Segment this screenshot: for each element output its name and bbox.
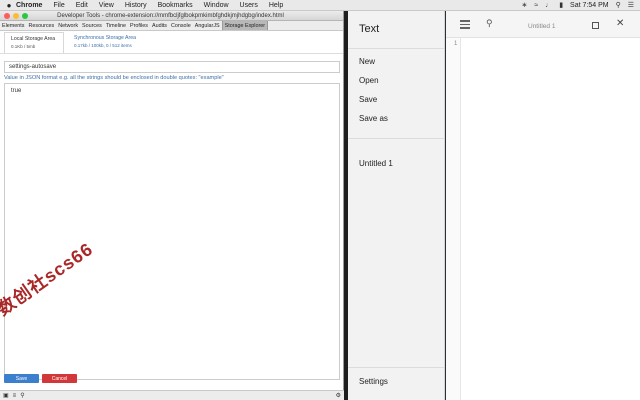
tab-elements[interactable]: Elements xyxy=(0,21,26,30)
tab-audits[interactable]: Audits xyxy=(150,21,169,30)
menu-users[interactable]: Users xyxy=(240,2,258,9)
menu-help[interactable]: Help xyxy=(269,2,283,9)
open-file-untitled-1[interactable]: Untitled 1 xyxy=(359,159,393,168)
devtools-tabbar: Elements Resources Network Sources Timel… xyxy=(0,21,343,31)
menu-bookmarks[interactable]: Bookmarks xyxy=(158,2,193,9)
devtools-window: Developer Tools - chrome-extension://mmf… xyxy=(0,11,344,400)
tab-angularjs[interactable]: AngularJS xyxy=(193,21,222,30)
storage-key-input[interactable]: settings-autosave xyxy=(4,61,340,73)
menu-file[interactable]: File xyxy=(53,2,64,9)
wifi-icon[interactable]: ≈ xyxy=(534,2,538,9)
tab-sync-storage-usage: 0.17kb / 100kb, 0 / 512 items xyxy=(74,43,132,48)
line-number: 1 xyxy=(454,41,458,47)
tab-sync-storage-label: Synchronous Storage Area xyxy=(74,35,137,41)
tab-local-storage-label: Local Storage Area xyxy=(11,36,56,42)
tab-timeline[interactable]: Timeline xyxy=(104,21,128,30)
dock-icon[interactable]: ▣ xyxy=(3,392,9,399)
window-controls xyxy=(4,12,28,19)
console-drawer-icon[interactable]: ≡ xyxy=(13,393,17,399)
sidebar-divider xyxy=(348,48,445,49)
minimize-window-button[interactable] xyxy=(13,12,19,19)
tab-profiles[interactable]: Profiles xyxy=(128,21,150,30)
tab-local-storage-usage: 0.1Kb / 5mb xyxy=(11,44,36,49)
tab-resources[interactable]: Resources xyxy=(26,21,56,30)
tab-console[interactable]: Console xyxy=(169,21,193,30)
tab-storage-explorer[interactable]: Storage Explorer xyxy=(221,21,269,30)
devtools-titlebar: Developer Tools - chrome-extension://mmf… xyxy=(0,11,343,21)
storage-value-textarea[interactable]: true xyxy=(4,83,340,380)
tab-sync-storage[interactable]: Synchronous Storage Area 0.17kb / 100kb,… xyxy=(68,32,150,53)
apple-menu-icon[interactable]: ● xyxy=(2,1,16,10)
sidebar-divider xyxy=(348,138,445,139)
editor-toolbar: ⚲ Untitled 1 ✕ xyxy=(446,11,640,38)
clock[interactable]: Sat 7:54 PM xyxy=(570,2,609,9)
close-icon[interactable]: ✕ xyxy=(616,18,624,29)
devtools-window-title: Developer Tools - chrome-extension://mmf… xyxy=(57,12,284,19)
text-app-sidebar: Text New Open Save Save as Untitled 1 Se… xyxy=(348,11,445,400)
menu-item-open[interactable]: Open xyxy=(359,76,379,85)
tab-network[interactable]: Network xyxy=(56,21,80,30)
document-title: Untitled 1 xyxy=(528,23,556,30)
bluetooth-icon[interactable]: ∗ xyxy=(521,1,527,9)
gear-icon[interactable]: ⚙ xyxy=(336,392,341,399)
menu-item-save[interactable]: Save xyxy=(359,95,377,104)
devtools-bottom-bar: ▣ ≡ ⚲ ⚙ xyxy=(0,390,344,400)
menu-view[interactable]: View xyxy=(99,2,114,9)
volume-icon[interactable]: ♩ xyxy=(545,2,552,9)
search-icon[interactable]: ⚲ xyxy=(20,392,24,399)
app-title: Text xyxy=(359,23,380,35)
sidebar-divider xyxy=(348,367,445,368)
menu-chrome[interactable]: Chrome xyxy=(16,2,42,9)
mac-menubar: ● Chrome File Edit View History Bookmark… xyxy=(0,0,640,11)
close-window-button[interactable] xyxy=(4,12,10,19)
search-icon[interactable]: ⚲ xyxy=(616,1,621,9)
search-icon[interactable]: ⚲ xyxy=(486,18,493,29)
menu-item-new[interactable]: New xyxy=(359,57,375,66)
storage-area-tabs: Local Storage Area 0.1Kb / 5mb Synchrono… xyxy=(0,31,343,54)
menu-history[interactable]: History xyxy=(125,2,147,9)
hamburger-menu-icon[interactable] xyxy=(460,20,470,31)
json-format-hint: Value in JSON format e.g. all the string… xyxy=(4,75,224,81)
editor-pane: ⚲ Untitled 1 ✕ 1 xyxy=(446,11,640,400)
maximize-icon[interactable] xyxy=(592,22,599,29)
save-button[interactable]: Save xyxy=(4,374,39,383)
battery-icon[interactable]: ▮ xyxy=(559,1,563,9)
tab-sources[interactable]: Sources xyxy=(80,21,104,30)
menu-window[interactable]: Window xyxy=(204,2,229,9)
notification-list-icon[interactable]: ☰ xyxy=(628,1,634,9)
tab-local-storage[interactable]: Local Storage Area 0.1Kb / 5mb xyxy=(4,32,64,53)
menu-edit[interactable]: Edit xyxy=(76,2,88,9)
cancel-button[interactable]: Cancel xyxy=(42,374,77,383)
menu-item-save-as[interactable]: Save as xyxy=(359,114,388,123)
menubar-status-area: ∗ ≈ ♩ ▮ Sat 7:54 PM ⚲ ☰ xyxy=(521,1,640,10)
settings-button[interactable]: Settings xyxy=(359,377,388,386)
line-number-gutter xyxy=(446,38,461,400)
